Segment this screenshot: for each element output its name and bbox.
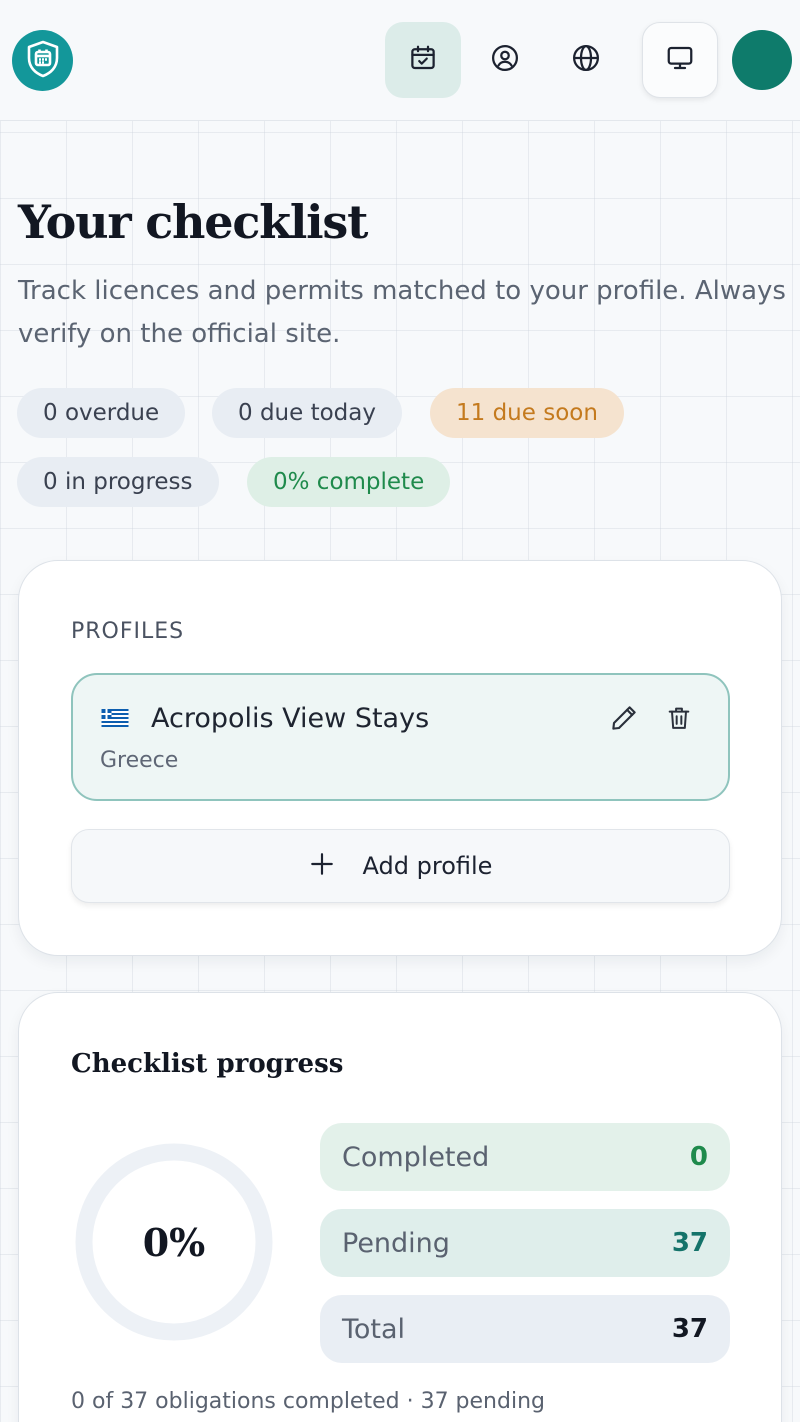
edit-profile-button[interactable] [607,703,641,737]
shield-calendar-icon [25,39,61,83]
add-profile-button[interactable]: Add profile [71,829,730,903]
profiles-card: PROFILES Acropolis View Stays Greece Add… [18,560,782,956]
app-logo[interactable] [12,30,73,91]
profile-item[interactable]: Acropolis View Stays Greece [71,673,730,801]
nav-language-button[interactable] [548,22,624,98]
add-profile-label: Add profile [362,852,493,880]
due-today-badge[interactable]: 0 due today [212,388,402,438]
completed-stat: Completed 0 [320,1123,730,1191]
pending-value: 37 [671,1228,708,1258]
page-title: Your checklist [18,195,368,249]
complete-badge[interactable]: 0% complete [247,457,451,507]
user-circle-icon [490,43,520,77]
pending-stat: Pending 37 [320,1209,730,1277]
total-label: Total [342,1313,406,1345]
pencil-icon [609,703,639,737]
nav-checklist-button[interactable] [385,22,461,98]
progress-title: Checklist progress [71,1049,344,1079]
delete-profile-button[interactable] [662,703,696,737]
total-value: 37 [671,1314,708,1344]
profile-name: Acropolis View Stays [151,703,430,734]
greece-flag-icon [101,709,129,727]
profiles-section-label: PROFILES [71,619,185,644]
completed-label: Completed [342,1141,490,1173]
due-soon-badge[interactable]: 11 due soon [430,388,624,438]
nav-display-button[interactable] [642,22,718,98]
monitor-icon [665,43,695,77]
trash-icon [665,703,693,737]
progress-summary: 0 of 37 obligations completed · 37 pendi… [71,1389,545,1414]
pending-label: Pending [342,1227,450,1259]
total-stat: Total 37 [320,1295,730,1363]
page-subtitle: Track licences and permits matched to yo… [18,276,786,349]
in-progress-badge[interactable]: 0 in progress [17,457,219,507]
progress-percent: 0% [142,1219,206,1265]
nav-profile-button[interactable] [467,22,543,98]
progress-card: Checklist progress 0% Completed 0 Pendin… [18,992,782,1422]
plus-icon [309,851,335,881]
overdue-badge[interactable]: 0 overdue [17,388,186,438]
user-avatar[interactable] [732,30,792,90]
globe-icon [571,43,601,77]
profile-country: Greece [100,748,179,773]
completed-value: 0 [689,1142,708,1172]
calendar-check-icon [408,43,438,77]
top-bar [0,0,800,121]
